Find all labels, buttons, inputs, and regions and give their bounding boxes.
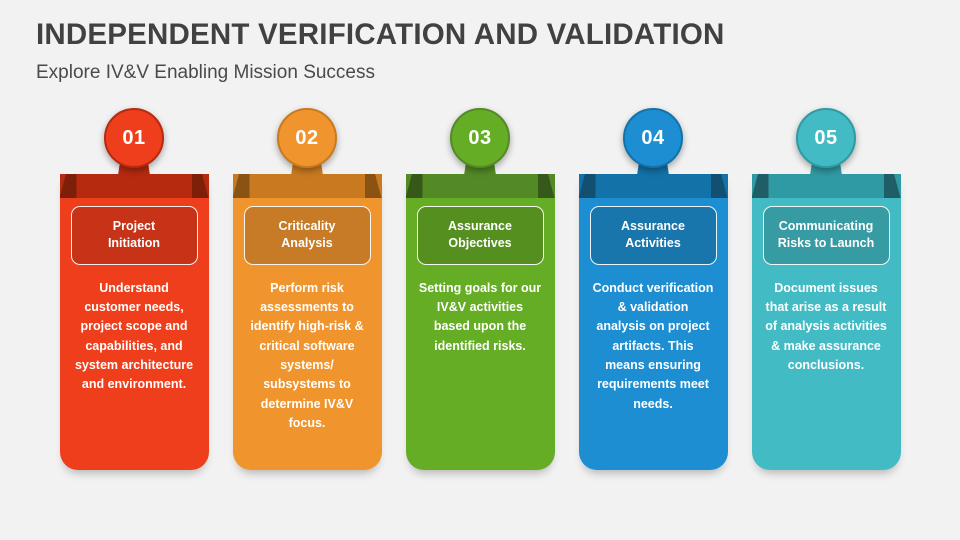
step-number: 01 [122, 126, 146, 149]
step-number-badge-03[interactable]: 03 [450, 108, 510, 168]
step-description: Perform risk assessments to identify hig… [250, 280, 364, 431]
process-step-04[interactable]: 04 Assurance Activities Conduct verifica… [578, 108, 728, 470]
step-number: 04 [641, 126, 665, 149]
step-description: Understand customer needs, project scope… [74, 280, 194, 392]
step-label: Assurance Activities [621, 219, 685, 251]
step-card-right-bevel [710, 174, 728, 198]
step-circle-wrap: 04 [579, 108, 728, 182]
step-number-badge-02[interactable]: 02 [277, 108, 337, 168]
step-label-box: Assurance Activities [589, 206, 717, 265]
step-number-badge-05[interactable]: 05 [796, 108, 856, 168]
step-card[interactable]: Assurance Activities Conduct verificatio… [578, 174, 728, 470]
step-card-right-bevel [191, 174, 209, 198]
process-step-01[interactable]: 01 Project Initiation Understand custome… [59, 108, 209, 470]
step-card-left-bevel [751, 174, 769, 198]
step-label: Communicating Risks to Launch [777, 219, 875, 251]
process-step-02[interactable]: 02 Criticality Analysis Perform risk ass… [232, 108, 382, 470]
page-title: INDEPENDENT VERIFICATION AND VALIDATION [36, 18, 725, 51]
step-card[interactable]: Criticality Analysis Perform risk assess… [232, 174, 382, 470]
step-label-box: Communicating Risks to Launch [762, 206, 890, 265]
step-card-right-bevel [537, 174, 555, 198]
page-subtitle: Explore IV&V Enabling Mission Success [36, 62, 375, 83]
step-label: Project Initiation [107, 219, 161, 251]
step-card[interactable]: Communicating Risks to Launch Document i… [751, 174, 901, 470]
step-label-box: Criticality Analysis [243, 206, 371, 265]
step-card[interactable]: Assurance Objectives Setting goals for o… [405, 174, 555, 470]
step-label: Criticality Analysis [278, 219, 336, 251]
step-circle-wrap: 05 [752, 108, 901, 182]
process-steps-row: 01 Project Initiation Understand custome… [0, 108, 960, 470]
step-card[interactable]: Project Initiation Understand customer n… [59, 174, 209, 470]
step-number-badge-01[interactable]: 01 [104, 108, 164, 168]
step-label: Assurance Objectives [448, 219, 512, 251]
step-card-right-bevel [883, 174, 901, 198]
step-number-badge-04[interactable]: 04 [623, 108, 683, 168]
step-card-left-bevel [578, 174, 596, 198]
step-card-left-bevel [59, 174, 77, 198]
step-description: Document issues that arise as a result o… [765, 280, 887, 373]
step-card-left-bevel [405, 174, 423, 198]
step-description: Conduct verification & validation analys… [592, 280, 714, 411]
step-description: Setting goals for our IV&V activities ba… [418, 280, 542, 353]
step-circle-wrap: 01 [60, 108, 209, 182]
process-step-05[interactable]: 05 Communicating Risks to Launch Documen… [751, 108, 901, 470]
step-card-right-bevel [364, 174, 382, 198]
step-circle-wrap: 03 [406, 108, 555, 182]
step-circle-wrap: 02 [233, 108, 382, 182]
step-number: 02 [295, 126, 319, 149]
slide-canvas: INDEPENDENT VERIFICATION AND VALIDATION … [0, 0, 960, 540]
header: INDEPENDENT VERIFICATION AND VALIDATION … [36, 18, 725, 84]
step-card-left-bevel [232, 174, 250, 198]
step-number: 03 [468, 126, 492, 149]
process-step-03[interactable]: 03 Assurance Objectives Setting goals fo… [405, 108, 555, 470]
step-number: 05 [814, 126, 838, 149]
step-label-box: Project Initiation [70, 206, 198, 265]
step-label-box: Assurance Objectives [416, 206, 544, 265]
